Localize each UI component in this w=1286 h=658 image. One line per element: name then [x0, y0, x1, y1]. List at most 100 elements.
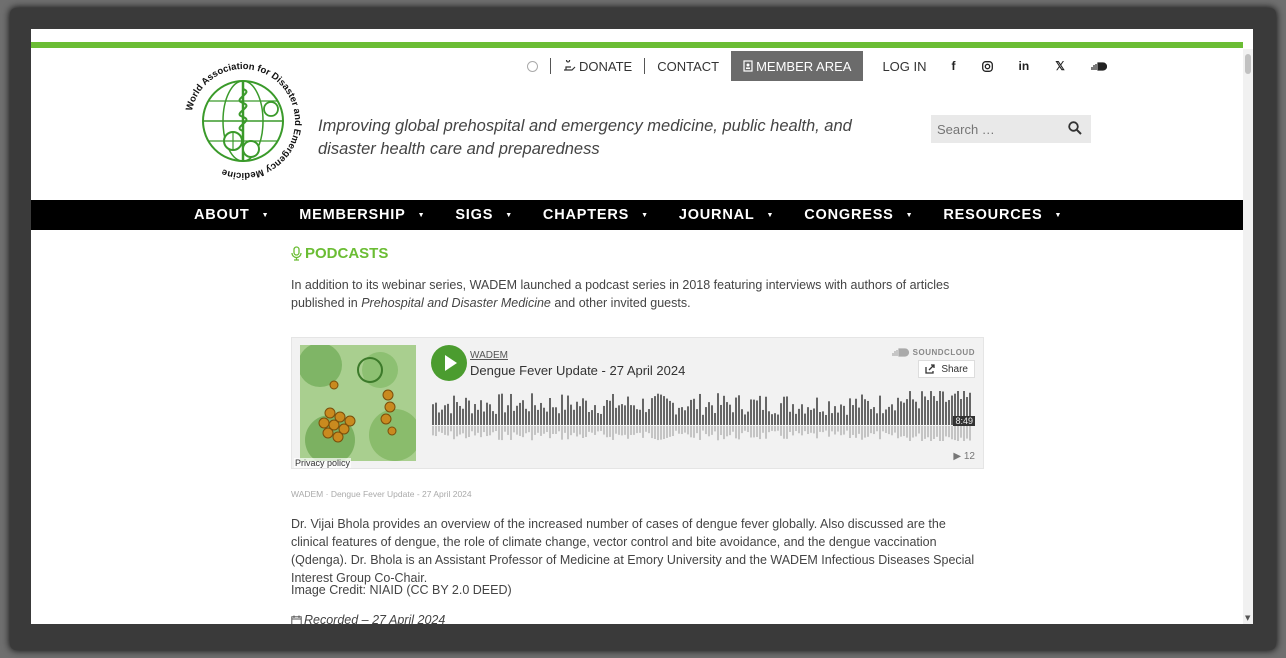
waveform-bar	[918, 408, 920, 425]
waveform-bar	[927, 400, 929, 425]
page-viewport: DONATE CONTACT MEMBER AREA LOG IN f in 𝕏	[31, 29, 1253, 624]
waveform-reflection-bar	[501, 426, 503, 441]
waveform-reflection-bar	[705, 426, 707, 435]
waveform[interactable]	[432, 391, 977, 441]
waveform-bar	[786, 396, 788, 425]
waveform-bar	[498, 394, 500, 425]
waveform-bar	[639, 409, 641, 425]
waveform-bar	[537, 409, 539, 425]
share-button[interactable]: Share	[918, 360, 975, 378]
search-input[interactable]	[937, 121, 1063, 137]
waveform-bar	[705, 407, 707, 425]
waveform-bar	[636, 409, 638, 425]
share-icon	[925, 364, 935, 374]
waveform-bar	[435, 402, 437, 425]
nav-sigs[interactable]: SIGS ▼	[455, 207, 513, 223]
dropdown-triangle-icon: ▼	[505, 211, 513, 219]
vertical-scrollbar[interactable]: ▼	[1243, 49, 1253, 624]
waveform-bar	[438, 412, 440, 425]
waveform-bar	[459, 405, 461, 425]
waveform-reflection-bar	[798, 426, 800, 434]
waveform-bar	[432, 404, 434, 425]
nav-resources[interactable]: RESOURCES ▼	[943, 207, 1062, 223]
waveform-reflection-bar	[513, 426, 515, 433]
waveform-bar	[612, 393, 614, 425]
waveform-reflection-bar	[555, 426, 557, 434]
waveform-reflection-bar	[552, 426, 554, 434]
waveform-reflection-bar	[843, 426, 845, 435]
nav-journal[interactable]: JOURNAL ▼	[679, 207, 774, 223]
contact-link[interactable]: CONTACT	[645, 51, 731, 81]
login-link[interactable]: LOG IN	[863, 51, 938, 81]
waveform-bar	[606, 400, 608, 425]
language-globe-icon[interactable]	[515, 51, 550, 81]
waveform-reflection-bar	[930, 426, 932, 441]
waveform-reflection-bar	[492, 426, 494, 433]
soundcloud-icon[interactable]	[1078, 51, 1120, 81]
waveform-bar	[564, 409, 566, 425]
track-artwork[interactable]	[300, 345, 416, 461]
waveform-reflection-bar	[774, 426, 776, 432]
waveform-reflection-bar	[969, 426, 971, 441]
waveform-bar	[942, 391, 944, 425]
track-user-link[interactable]: WADEM	[470, 350, 508, 361]
scrollbar-thumb[interactable]	[1245, 54, 1251, 74]
waveform-bar	[873, 407, 875, 425]
waveform-reflection-bar	[681, 426, 683, 435]
waveform-reflection-bar	[714, 426, 716, 432]
waveform-bar	[495, 413, 497, 425]
waveform-bar	[585, 400, 587, 425]
waveform-reflection-bar	[804, 426, 806, 432]
linkedin-icon[interactable]: in	[1006, 51, 1043, 81]
nav-membership[interactable]: MEMBERSHIP ▼	[299, 207, 425, 223]
waveform-bar	[450, 413, 452, 425]
waveform-reflection-bar	[750, 426, 752, 438]
soundcloud-brand: SOUNDCLOUD	[912, 348, 975, 357]
soundcloud-icon	[892, 348, 909, 357]
waveform-reflection-bar	[579, 426, 581, 435]
donate-link[interactable]: DONATE	[551, 51, 644, 81]
waveform-bar	[591, 410, 593, 425]
waveform-reflection-bar	[666, 426, 668, 438]
wadem-logo[interactable]: World Association for Disaster and Emerg…	[181, 61, 305, 181]
waveform-reflection-bar	[936, 426, 938, 437]
waveform-reflection-bar	[939, 426, 941, 441]
nav-chapters[interactable]: CHAPTERS ▼	[543, 207, 649, 223]
waveform-bar	[861, 394, 863, 425]
waveform-reflection-bar	[477, 426, 479, 433]
waveform-bar	[789, 411, 791, 425]
nav-congress[interactable]: CONGRESS ▼	[804, 207, 913, 223]
nav-about[interactable]: ABOUT ▼	[194, 207, 269, 223]
waveform-bar	[579, 406, 581, 425]
waveform-bar	[810, 409, 812, 425]
waveform-reflection-bar	[612, 426, 614, 440]
waveform-reflection-bar	[831, 426, 833, 432]
waveform-reflection-bar	[954, 426, 956, 441]
x-icon[interactable]: 𝕏	[1042, 51, 1078, 81]
scroll-down-arrow-icon[interactable]: ▼	[1245, 614, 1250, 622]
instagram-icon[interactable]	[969, 51, 1006, 81]
waveform-reflection-bar	[957, 426, 959, 441]
waveform-reflection-bar	[744, 426, 746, 431]
facebook-icon[interactable]: f	[939, 51, 969, 81]
waveform-bar	[696, 409, 698, 425]
search-icon[interactable]	[1068, 121, 1082, 135]
waveform-bar	[834, 406, 836, 425]
waveform-reflection-bar	[933, 426, 935, 440]
waveform-bar	[519, 402, 521, 425]
waveform-reflection-bar	[819, 426, 821, 432]
waveform-bar	[813, 408, 815, 425]
soundcloud-logo[interactable]: SOUNDCLOUD	[892, 348, 975, 357]
track-title[interactable]: Dengue Fever Update - 27 April 2024	[470, 363, 685, 378]
waveform-bar	[633, 405, 635, 425]
waveform-reflection-bar	[867, 426, 869, 437]
member-area-link[interactable]: MEMBER AREA	[731, 51, 864, 81]
play-button[interactable]	[431, 345, 467, 381]
waveform-bar	[723, 395, 725, 425]
player-caption[interactable]: WADEM · Dengue Fever Update - 27 April 2…	[291, 489, 472, 499]
privacy-policy-link[interactable]: Privacy policy	[294, 458, 352, 468]
waveform-reflection-bar	[669, 426, 671, 437]
waveform-bar	[948, 400, 950, 425]
waveform-reflection-bar	[603, 426, 605, 435]
waveform-bar	[456, 402, 458, 425]
